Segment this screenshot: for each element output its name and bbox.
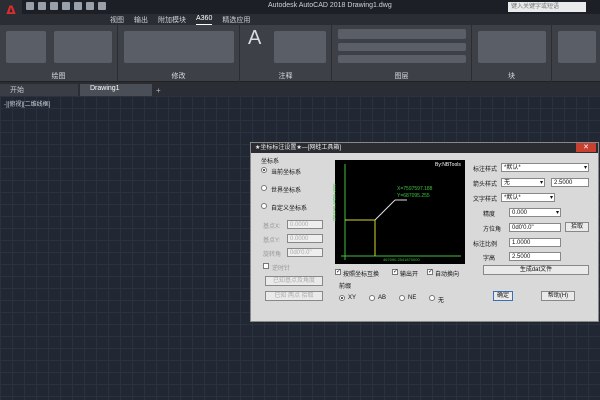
panel-draw: 绘图 bbox=[0, 25, 118, 82]
panel-properties bbox=[552, 25, 600, 82]
arrow-style-label: 箭头样式 bbox=[473, 182, 498, 188]
preview-y-axis: 2562040.34589.0000 bbox=[331, 183, 337, 222]
dim-style-label: 标注样式 bbox=[473, 167, 498, 173]
ok-button[interactable]: 确定 bbox=[493, 291, 513, 301]
radio-prefix-xy[interactable] bbox=[339, 295, 345, 301]
ribbon-tab-bar: 视图 输出 附加模块 A360 精选应用 bbox=[0, 14, 600, 25]
viewport-label[interactable]: -][俯视][二维线框] bbox=[4, 99, 50, 108]
preview-brand: By:NBTools bbox=[435, 162, 461, 168]
generate-dat-button[interactable]: 生成dat文件 bbox=[483, 265, 589, 275]
close-icon[interactable]: ✕ bbox=[576, 143, 596, 152]
pick-angle-button[interactable]: 拾取 bbox=[565, 222, 589, 232]
undo-icon[interactable] bbox=[86, 2, 94, 10]
text-style-select[interactable]: *默认* bbox=[501, 193, 555, 202]
base-x-label: 基点X: bbox=[263, 224, 281, 230]
radio-label: 无 bbox=[438, 298, 445, 304]
pick-two-points-button[interactable]: 已知 两点 拾取 bbox=[265, 291, 323, 301]
radio-world-ucs[interactable] bbox=[261, 185, 267, 191]
radio-label: 自定义坐标系 bbox=[271, 206, 308, 212]
panel-label[interactable]: 绘图 bbox=[0, 71, 117, 81]
angle-input[interactable]: 0d0'0.0" bbox=[509, 223, 561, 232]
search-input[interactable]: 键入关键字或短语 bbox=[508, 2, 586, 12]
preview-point-x: X=7597597.188 bbox=[397, 186, 433, 192]
save-icon[interactable] bbox=[50, 2, 58, 10]
tab-featured-apps[interactable]: 精选应用 bbox=[222, 15, 250, 25]
quick-access-toolbar bbox=[26, 2, 106, 10]
preview-pane: By:NBTools X=7597597.188 Y=687095.255 25… bbox=[331, 160, 465, 264]
angle-label: 方位角 bbox=[483, 227, 502, 233]
text-style-label: 文字样式 bbox=[473, 197, 498, 203]
base-y-label: 基点Y: bbox=[263, 238, 281, 244]
radio-label: 当前坐标系 bbox=[271, 170, 302, 176]
radio-label: 世界坐标系 bbox=[271, 188, 302, 194]
new-tab-icon[interactable]: + bbox=[156, 86, 161, 95]
checkbox-label: 输出开 bbox=[400, 272, 419, 278]
panel-label[interactable]: 修改 bbox=[118, 71, 239, 81]
redo-icon[interactable] bbox=[98, 2, 106, 10]
auto-direction-checkbox[interactable]: ✓ bbox=[427, 269, 433, 275]
clockwise-checkbox[interactable] bbox=[263, 263, 269, 269]
tab-start[interactable]: 开始 bbox=[0, 84, 78, 96]
panel-label[interactable]: 块 bbox=[472, 71, 551, 81]
ribbon: 绘图 修改 A 注释 图层 块 bbox=[0, 25, 600, 82]
precision-select[interactable]: 0.000 bbox=[509, 208, 561, 217]
scale-label: 标注比例 bbox=[473, 242, 498, 248]
app-title: Autodesk AutoCAD 2018 Drawing1.dwg bbox=[268, 2, 392, 9]
text-height-label: 字高 bbox=[483, 256, 496, 262]
open-icon[interactable] bbox=[38, 2, 46, 10]
prefix-group-label: 前缀 bbox=[339, 284, 352, 290]
radio-prefix-ne[interactable] bbox=[399, 295, 405, 301]
panel-block: 块 bbox=[472, 25, 552, 82]
arrow-size-input[interactable]: 2.5000 bbox=[551, 178, 589, 187]
output-on-checkbox[interactable]: ✓ bbox=[392, 269, 398, 275]
checkbox-label: 按照坐标互换 bbox=[343, 272, 380, 278]
base-x-input[interactable]: 0.0000 bbox=[287, 220, 323, 229]
checkbox-label: 自动换向 bbox=[435, 272, 460, 278]
preview-graphic bbox=[341, 164, 461, 260]
rotation-label: 旋转角 bbox=[263, 252, 282, 258]
panel-layers: 图层 bbox=[332, 25, 472, 82]
panel-modify: 修改 bbox=[118, 25, 240, 82]
print-icon[interactable] bbox=[74, 2, 82, 10]
coord-dim-dialog: ★坐标标注设置★—[网蛙工具箱] ✕ 坐标系 当前坐标系 世界坐标系 自定义坐标… bbox=[250, 142, 599, 322]
radio-custom-ucs[interactable] bbox=[261, 203, 267, 209]
text-height-input[interactable]: 2.5000 bbox=[509, 252, 561, 261]
scale-input[interactable]: 1.0000 bbox=[509, 238, 561, 247]
tab-a360[interactable]: A360 bbox=[196, 15, 213, 25]
panel-label[interactable]: 注释 bbox=[240, 71, 331, 81]
preview-point-y: Y=687095.255 bbox=[397, 193, 430, 199]
save-as-icon[interactable] bbox=[62, 2, 70, 10]
new-icon[interactable] bbox=[26, 2, 34, 10]
file-tab-bar: 开始 Drawing1 + bbox=[0, 82, 600, 96]
tab-drawing1[interactable]: Drawing1 bbox=[80, 84, 152, 96]
tab-output[interactable]: 输出 bbox=[134, 15, 148, 25]
panel-label[interactable]: 图层 bbox=[332, 71, 471, 81]
base-y-input[interactable]: 0.0000 bbox=[287, 234, 323, 243]
preview-x-axis: 467090.2541870000 bbox=[383, 257, 420, 262]
pick-base-angle-button[interactable]: 已知基点及角度 bbox=[265, 276, 323, 286]
radio-label: NE bbox=[408, 295, 417, 301]
precision-label: 精度 bbox=[483, 212, 496, 218]
tab-addins[interactable]: 附加模块 bbox=[158, 15, 186, 25]
help-button[interactable]: 帮助(H) bbox=[541, 291, 575, 301]
radio-label: XY bbox=[348, 295, 357, 301]
title-bar: A Autodesk AutoCAD 2018 Drawing1.dwg 键入关… bbox=[0, 0, 600, 25]
radio-prefix-ab[interactable] bbox=[369, 295, 375, 301]
rotation-input[interactable]: 0d0'0.0" bbox=[287, 248, 323, 257]
coord-group-label: 坐标系 bbox=[261, 159, 280, 165]
arrow-style-select[interactable]: 无 bbox=[501, 178, 545, 187]
clockwise-label: 逆时针 bbox=[272, 266, 291, 272]
tab-view[interactable]: 视图 bbox=[110, 15, 124, 25]
dim-style-select[interactable]: *默认* bbox=[501, 163, 589, 172]
radio-prefix-none[interactable] bbox=[429, 295, 435, 301]
radio-current-ucs[interactable] bbox=[261, 167, 267, 173]
swap-xy-checkbox[interactable]: ✓ bbox=[335, 269, 341, 275]
radio-label: AB bbox=[378, 295, 387, 301]
dialog-title: ★坐标标注设置★—[网蛙工具箱] bbox=[251, 143, 598, 153]
panel-annotate: A 注释 bbox=[240, 25, 332, 82]
